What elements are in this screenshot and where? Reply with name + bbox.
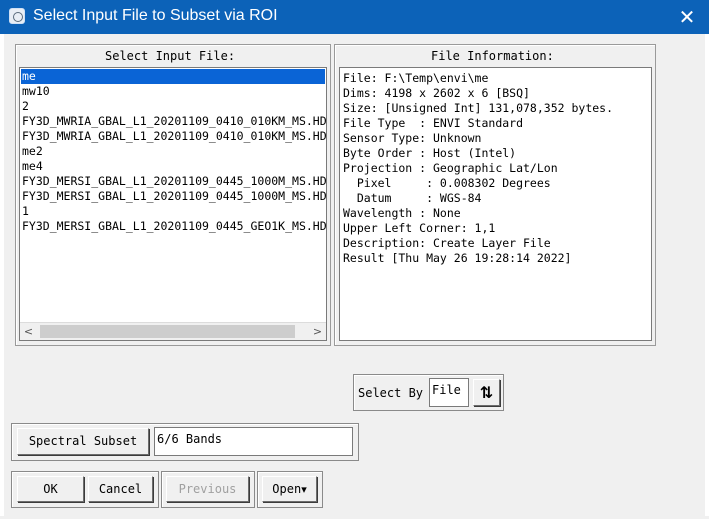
- file-info-line: Size: [Unsigned Int] 131,078,352 bytes.: [343, 101, 614, 115]
- input-file-list[interactable]: me mw10 2 FY3D_MWRIA_GBAL_L1_20201109_0410_…: [19, 67, 327, 341]
- file-info-text: File: F:\Temp\envi\me Dims: 4198 x 2602 x…: [339, 67, 652, 341]
- file-list-item[interactable]: me4: [22, 159, 326, 174]
- file-info-line: Dims: 4198 x 2602 x 6 [BSQ]: [343, 86, 530, 100]
- open-button[interactable]: Open▾: [262, 476, 317, 502]
- scroll-left-icon[interactable]: <: [20, 323, 37, 340]
- window-title: Select Input File to Subset via ROI: [33, 7, 278, 24]
- title-bar: Select Input File to Subset via ROI ✕: [0, 0, 709, 34]
- file-list-item[interactable]: FY3D_MWRIA_GBAL_L1_20201109_0410_010KM_M…: [22, 129, 326, 144]
- close-icon[interactable]: ✕: [675, 4, 699, 30]
- cancel-button[interactable]: Cancel: [88, 476, 153, 502]
- bands-field: 6/6 Bands: [154, 427, 353, 456]
- file-info-line: Result [Thu May 26 19:28:14 2022]: [343, 251, 572, 265]
- file-info-line: Pixel : 0.008302 Degrees: [343, 176, 551, 190]
- file-list-item[interactable]: 2: [22, 99, 326, 114]
- select-by-toggle-button[interactable]: ⇅: [473, 379, 500, 406]
- file-list-item[interactable]: FY3D_MWRIA_GBAL_L1_20201109_0410_010KM_M…: [22, 114, 326, 129]
- file-info-line: Byte Order : Host (Intel): [343, 146, 517, 160]
- input-file-label: Select Input File:: [105, 49, 236, 63]
- open-button-label: Open: [272, 482, 302, 496]
- file-list-item[interactable]: me: [21, 69, 325, 84]
- scroll-right-icon[interactable]: >: [309, 323, 326, 340]
- file-info-line: Upper Left Corner: 1,1: [343, 221, 496, 235]
- file-info-line: Description: Create Layer File: [343, 236, 551, 250]
- ok-button[interactable]: OK: [17, 476, 84, 502]
- spectral-subset-button[interactable]: Spectral Subset: [17, 428, 149, 455]
- scrollbar-thumb[interactable]: [40, 325, 295, 338]
- file-info-line: Projection : Geographic Lat/Lon: [343, 161, 558, 175]
- horizontal-scrollbar[interactable]: < >: [20, 322, 326, 340]
- file-info-line: Sensor Type: Unknown: [343, 131, 482, 145]
- previous-button[interactable]: Previous: [166, 476, 249, 502]
- file-list-item[interactable]: FY3D_MERSI_GBAL_L1_20201109_0445_1000M_M…: [22, 189, 326, 204]
- file-list-item[interactable]: me2: [22, 144, 326, 159]
- dropdown-arrow-icon: ▾: [301, 483, 307, 496]
- file-list-item[interactable]: 1: [22, 204, 326, 219]
- swap-arrows-icon: ⇅: [479, 383, 494, 402]
- file-list-item[interactable]: mw10: [22, 84, 326, 99]
- file-list-item[interactable]: FY3D_MERSI_GBAL_L1_20201109_0445_GEO1K_M…: [22, 219, 326, 234]
- app-icon: [9, 8, 25, 24]
- file-info-line: File Type : ENVI Standard: [343, 116, 524, 130]
- file-info-line: File: F:\Temp\envi\me: [343, 71, 489, 85]
- file-info-line: Datum : WGS-84: [343, 191, 482, 205]
- file-info-label: File Information:: [431, 49, 554, 63]
- select-by-field: File: [429, 378, 469, 407]
- file-info-line: Wavelength : None: [343, 206, 461, 220]
- file-list-item[interactable]: FY3D_MERSI_GBAL_L1_20201109_0445_1000M_M…: [22, 174, 326, 189]
- select-by-label: Select By: [358, 386, 424, 400]
